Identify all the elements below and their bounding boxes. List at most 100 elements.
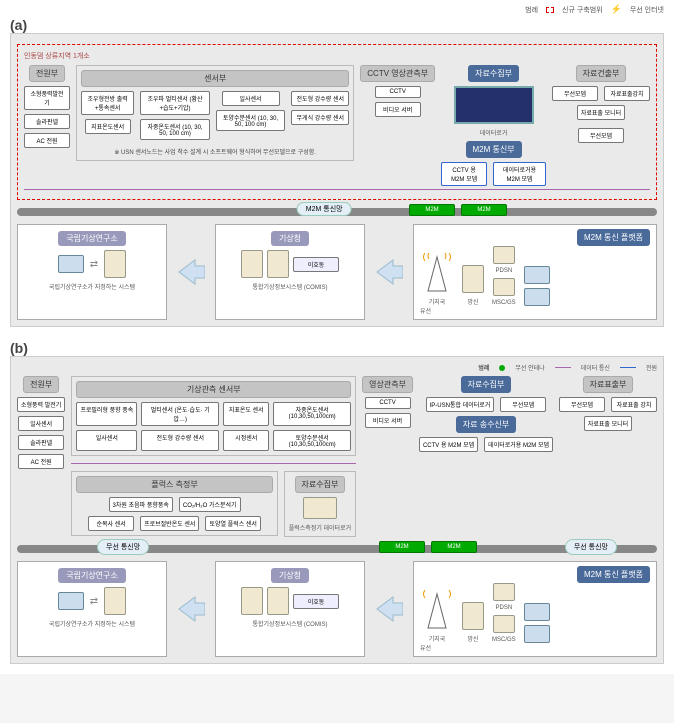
sensor-box: 지표온도센서 [85, 119, 131, 134]
out-item: 자료표출 강치 [611, 397, 657, 412]
wire [24, 189, 650, 190]
laptop-icon [524, 625, 550, 643]
out-item: 무선모뎀 [559, 397, 605, 412]
out-title: 자료건출부 [576, 65, 627, 82]
data-label: 데이터 통신 [581, 363, 610, 372]
power-b-title: 전원부 [23, 376, 59, 393]
cctv-item: 비디오 서버 [375, 102, 421, 117]
datalogger-label: 데이터로거 [480, 128, 508, 137]
img-title: 영상관측부 [362, 376, 413, 393]
flux-box: 3차원 초음파 풍향풍속 [109, 497, 173, 512]
sensor-box: 무게식 강수량 센서 [291, 110, 349, 125]
power-section: 전원부 소형풍력발전기 솔라판넬 AC 전원 [24, 65, 70, 148]
acq1-title: 자료수집부 [461, 376, 512, 393]
dest-caption: 통합기상정보시스템 (COMIS) [252, 619, 327, 628]
pdsn-icon [493, 246, 515, 264]
flux-title: 플럭스 측정부 [76, 476, 272, 493]
met-title: 기상관측 센서부 [76, 381, 351, 398]
m2m-item: 데이터로거용 M2M 모뎀 [493, 162, 546, 186]
power-swatch [620, 367, 636, 368]
figure-a-label: (a) [10, 17, 664, 33]
pdsn-label: PDSN [496, 605, 513, 611]
comis-chip: 이호동 [293, 257, 339, 272]
flux-box: 토양열 플럭스 센서 [205, 516, 261, 531]
flow-arrow-icon [177, 258, 205, 286]
sensor-box: 조우파 멀티센서 (황산+습도+기압) [140, 91, 210, 115]
flux-section: 플럭스 측정부 3차원 초음파 풍향풍속 CO₂/H₂O 가스분석기 순복사 센… [71, 471, 277, 536]
power-item: 솔라판넬 [24, 114, 70, 129]
legend-a: 범례 신규 구축범위 ⚡ 무선 인터넷 [10, 4, 664, 15]
dest-caption: 국립기상연구소가 지정하는 시스템 [49, 282, 135, 291]
tower-icon [420, 253, 454, 293]
m2m-item: CCTV 용 M2M 모뎀 [441, 162, 487, 186]
server-icon [462, 602, 484, 630]
site-boundary: 인동댐 상류지역 1개소 전원부 소형풍력발전기 솔라판넬 AC 전원 센서부 … [17, 44, 657, 200]
server-icon [104, 250, 126, 278]
msc-label: MSC/GS [492, 300, 516, 306]
data-swatch [555, 367, 571, 368]
power-item: AC 전원 [18, 454, 64, 469]
tx-title: 자료 송수신부 [456, 416, 516, 433]
dest-kma-b: 기상청 이호동 통합기상정보시스템 (COMIS) [215, 561, 365, 657]
met-box: 일사센서 [76, 430, 137, 451]
laptop-icon [524, 288, 550, 306]
power-b: 전원부 소형풍력 발전기 일사센서 솔라판넬 AC 전원 [17, 376, 65, 469]
flux-box: 순복사 센서 [88, 516, 134, 531]
acq-tx-section: 자료수집부 IP-USN통합 데이터로거 무선모뎀 자료 송수신부 CCTV 용… [419, 376, 553, 452]
msc-label: MSC/GS [492, 637, 516, 643]
panel-b: 범례 무선 안테나 데이터 통신 전원 전원부 소형풍력 발전기 일사센서 솔라… [10, 356, 664, 664]
power-item: 소형풍력 발전기 [17, 397, 65, 412]
dest-title: 기상청 [271, 568, 309, 583]
met-box: 토양수분센서 (10,30,50,100cm) [273, 430, 351, 451]
arrow-icon: ⇄ [90, 596, 98, 607]
msc-icon [493, 615, 515, 633]
tx-item: CCTV 용 M2M 모뎀 [419, 437, 478, 452]
figure-b-label: (b) [10, 340, 664, 356]
wire-label: 유선 [420, 306, 650, 315]
acq2-title: 자료수집부 [295, 476, 346, 493]
m2m-title: M2M 통신부 [466, 141, 522, 158]
dest-caption: 통합기상정보시스템 (COMIS) [252, 282, 327, 291]
tower-label: 기지국 [429, 297, 446, 306]
out-item: 자료표출 모니터 [584, 416, 632, 431]
server-icon [241, 250, 263, 278]
sensor-box: 토양수분센서 (10, 30, 50, 100 cm) [216, 110, 286, 131]
out-b-title: 자료표출부 [583, 376, 634, 393]
wire [71, 463, 356, 464]
m2m-plat-title: M2M 통신 플랫폼 [577, 229, 650, 246]
laptop-icon [58, 592, 84, 610]
m2m-badge: M2M [461, 204, 507, 216]
site-title: 인동댐 상류지역 1개소 [24, 51, 650, 61]
flux-box: 프로브절반온도 센서 [140, 516, 199, 531]
center-b: 기상관측 센서부 프로필러형 풍향 풍속 멀티센서 (온도·습도· 기압…) 지… [71, 376, 356, 537]
net-right: 무선 통신망 [565, 539, 617, 555]
laptop-icon [524, 266, 550, 284]
out-item: 자료표출 모니터 [577, 105, 625, 120]
network-bar: M2M 통신망 M2M M2M [17, 208, 657, 216]
flux-box: CO₂/H₂O 가스분석기 [179, 497, 241, 512]
legend-b-title: 범례 [478, 363, 489, 372]
cctv-section: CCTV 영상관측부 CCTV 비디오 서버 [360, 65, 435, 117]
m2m-platform: M2M 통신 플랫폼 기지국 망신 PDSN MSC/GS [413, 224, 657, 320]
sensor-box: 조우형전방 출력+통속센서 [81, 91, 134, 115]
msc-icon [493, 278, 515, 296]
server-icon [462, 265, 484, 293]
antenna-swatch [499, 365, 505, 371]
server-icon [267, 587, 289, 615]
out-section: 자료건출부 무선모뎀 자료표출강치 자료표출 모니터 무선모뎀 [552, 65, 650, 143]
tx-item: 데이터로거용 M2M 모뎀 [484, 437, 553, 452]
pdsn-label: PDSN [496, 268, 513, 274]
sensor-note: ※ USN 센서노드는 사업 착수 설계 시 소프트웨어 형식하여 무선모델으로… [114, 147, 316, 156]
power-label: 전원 [646, 363, 657, 372]
sensor-title: 센서부 [81, 70, 349, 87]
acq1-item: IP-USN통합 데이터로거 [426, 397, 495, 412]
net-label: 망신 [467, 634, 478, 643]
dest-title: 기상청 [271, 231, 309, 246]
net-left: 무선 통신망 [97, 539, 149, 555]
power-item: 소형풍력발전기 [24, 86, 70, 110]
m2m-badge: M2M [379, 541, 425, 553]
dest-institute-b: 국립기상연구소 ⇄ 국립기상연구소가 지정하는 시스템 [17, 561, 167, 657]
img-item: 비디오 서버 [365, 413, 411, 428]
met-section: 기상관측 센서부 프로필러형 풍향 풍속 멀티센서 (온도·습도· 기압…) 지… [71, 376, 356, 456]
m2m-plat-title: M2M 통신 플랫폼 [577, 566, 650, 583]
